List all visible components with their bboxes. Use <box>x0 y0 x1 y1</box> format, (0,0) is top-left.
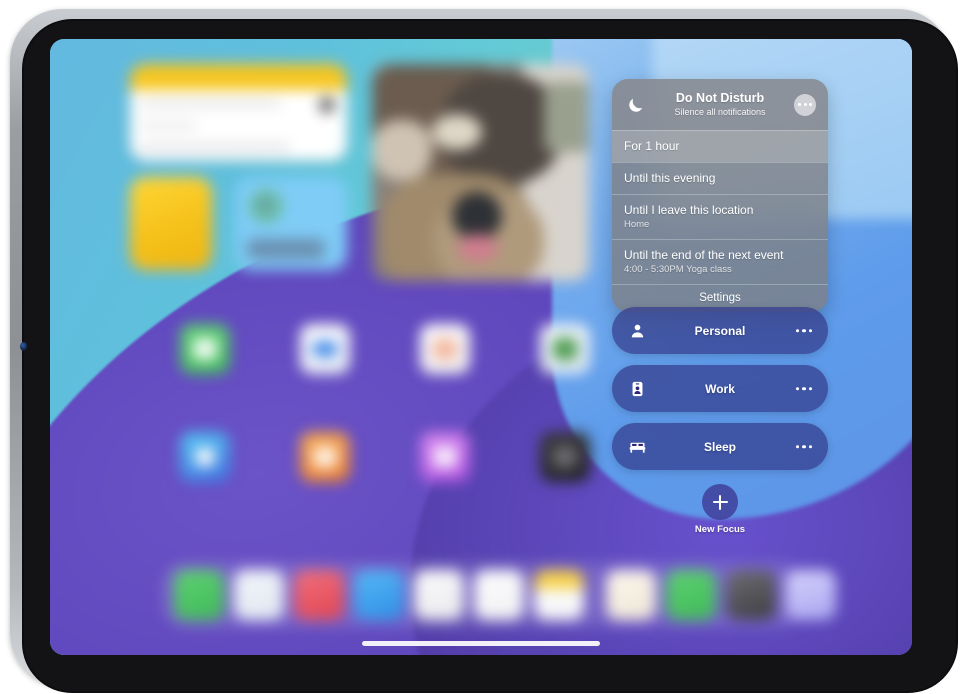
blue-widget[interactable] <box>235 177 347 270</box>
dnd-option-title: Until this evening <box>624 171 716 185</box>
focus-mode-label: Sleep <box>703 439 736 454</box>
ellipsis-dot <box>802 328 806 333</box>
plus-icon <box>712 494 728 510</box>
notes-widget[interactable] <box>130 64 347 161</box>
home-indicator[interactable] <box>362 641 600 646</box>
dock-icon-2[interactable] <box>234 570 284 620</box>
dnd-option-until-this-evening[interactable]: Until this evening <box>612 162 828 194</box>
crescent-moon-icon <box>629 98 643 112</box>
dnd-option-subtitle: Home <box>624 219 650 230</box>
dnd-option-until-i-leave-this-location[interactable]: Until I leave this location Home <box>612 194 828 239</box>
focus-mode-more-button[interactable] <box>795 328 812 333</box>
screenshot-root: Do Not Disturb Silence all notifications… <box>0 0 960 694</box>
dock-icon-10[interactable] <box>726 570 776 620</box>
ipad-screen: Do Not Disturb Silence all notifications… <box>50 39 912 655</box>
dnd-title-group: Do Not Disturb Silence all notifications <box>674 91 765 118</box>
dnd-subtitle: Silence all notifications <box>674 107 766 117</box>
focus-mode-label: Personal <box>694 323 746 338</box>
dock-icon-4[interactable] <box>354 570 404 620</box>
person-icon <box>631 324 644 337</box>
dnd-header: Do Not Disturb Silence all notifications <box>612 79 828 130</box>
photo-widget[interactable] <box>372 64 589 281</box>
ellipsis-dot <box>795 386 800 391</box>
new-focus-button[interactable] <box>702 484 738 520</box>
dock-icon-6[interactable] <box>474 570 524 620</box>
ellipsis-dot <box>802 386 806 391</box>
app-icon-4[interactable] <box>540 324 590 374</box>
dnd-option-for-1-hour[interactable]: For 1 hour <box>612 130 828 162</box>
id-badge-icon <box>632 381 643 396</box>
ellipsis-dot <box>795 328 800 333</box>
photo-region <box>432 114 482 150</box>
bed-icon <box>629 442 646 453</box>
dock-icon-8[interactable] <box>606 570 656 620</box>
notes-widget-line <box>140 144 290 151</box>
focus-mode-sleep[interactable]: Sleep <box>612 423 828 470</box>
app-glyph <box>553 446 577 468</box>
focus-mode-personal[interactable]: Personal <box>612 307 828 354</box>
app-icon-6[interactable] <box>300 432 350 482</box>
app-glyph <box>196 448 214 466</box>
do-not-disturb-panel: Do Not Disturb Silence all notifications… <box>612 79 828 312</box>
notes-widget-header <box>130 64 347 90</box>
dock-icon-5[interactable] <box>414 570 464 620</box>
blue-widget-icon <box>249 189 283 223</box>
ellipsis-dot <box>808 328 812 333</box>
photo-region <box>544 82 589 152</box>
focus-modes-list: Personal Work Sleep <box>612 307 828 481</box>
photo-region <box>372 120 432 180</box>
notes-widget-avatar <box>319 97 335 113</box>
ellipsis-dot <box>803 103 807 106</box>
notes-widget-line <box>140 122 196 129</box>
dock-icon-11[interactable] <box>786 570 836 620</box>
dock-icon-3[interactable] <box>294 570 344 620</box>
app-glyph <box>433 338 457 360</box>
app-icon-3[interactable] <box>420 324 470 374</box>
front-camera-icon <box>20 342 27 351</box>
app-glyph <box>553 338 577 360</box>
dnd-option-title: Until the end of the next event <box>624 248 784 262</box>
ellipsis-dot <box>808 444 812 449</box>
dock-icon-7[interactable] <box>534 570 584 620</box>
yellow-square-widget[interactable] <box>130 177 212 270</box>
blue-widget-text-block <box>247 239 325 259</box>
app-glyph <box>433 446 457 468</box>
focus-mode-more-button[interactable] <box>795 386 812 391</box>
app-glyph <box>313 446 337 468</box>
app-icon-8[interactable] <box>540 432 590 482</box>
app-icon-2[interactable] <box>300 324 350 374</box>
dnd-option-title: Until I leave this location <box>624 203 754 217</box>
notes-widget-line <box>140 100 280 107</box>
dnd-option-subtitle: 4:00 - 5:30PM Yoga class <box>624 264 732 275</box>
photo-region <box>452 192 502 240</box>
app-glyph <box>193 338 217 360</box>
ellipsis-dot <box>802 444 806 449</box>
dnd-title: Do Not Disturb <box>675 91 765 105</box>
ellipsis-dot <box>808 386 812 391</box>
ellipsis-dot <box>809 103 812 106</box>
app-icon-7[interactable] <box>420 432 470 482</box>
ellipsis-dot <box>798 103 801 106</box>
focus-mode-label: Work <box>705 381 735 396</box>
ellipsis-dot <box>795 444 800 449</box>
focus-mode-work[interactable]: Work <box>612 365 828 412</box>
new-focus-label: New Focus <box>694 524 746 535</box>
dnd-more-button[interactable] <box>794 93 816 116</box>
new-focus-group: New Focus <box>612 484 828 535</box>
app-glyph <box>312 341 338 357</box>
dock-icon-1[interactable] <box>174 570 224 620</box>
photo-region <box>458 234 498 262</box>
dnd-option-until-end-of-next-event[interactable]: Until the end of the next event 4:00 - 5… <box>612 239 828 284</box>
focus-mode-more-button[interactable] <box>795 444 812 449</box>
app-icon-5[interactable] <box>180 432 230 482</box>
dock-icon-9[interactable] <box>666 570 716 620</box>
app-icon-1[interactable] <box>180 324 230 374</box>
dnd-option-title: For 1 hour <box>624 139 680 153</box>
